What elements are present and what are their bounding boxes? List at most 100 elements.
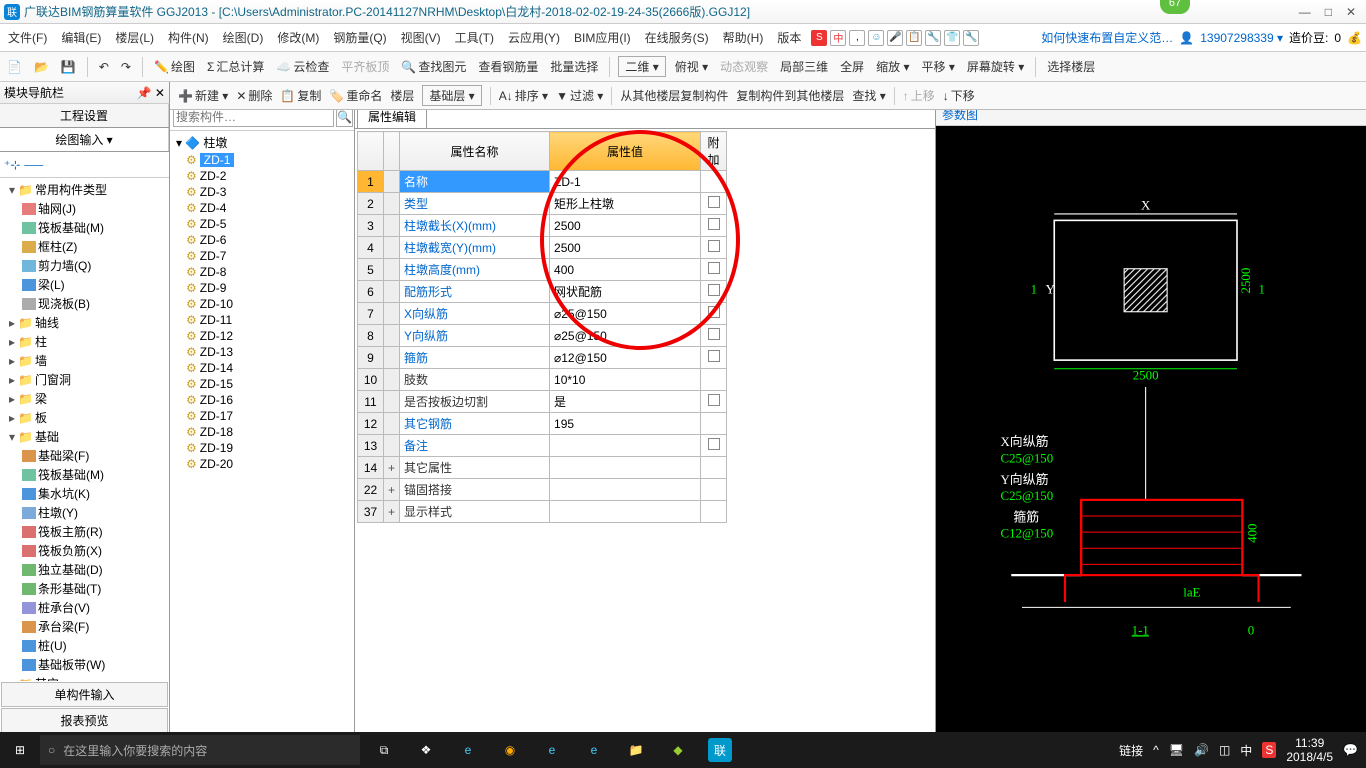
tree-node[interactable]: 条形基础(T) bbox=[0, 579, 169, 598]
tray-up-icon[interactable]: ^ bbox=[1153, 743, 1159, 757]
tab-draw[interactable]: 绘图输入 ▾ bbox=[0, 128, 169, 151]
menu-view[interactable]: 视图(V) bbox=[397, 27, 445, 48]
ime-mic-icon[interactable]: 🎤 bbox=[887, 30, 903, 46]
ie-icon-2[interactable]: e bbox=[582, 738, 606, 762]
component-item[interactable]: ⚙ZD-9 bbox=[176, 280, 348, 296]
component-item[interactable]: ⚙ZD-18 bbox=[176, 424, 348, 440]
property-row[interactable]: 22+锚固搭接 bbox=[358, 479, 727, 501]
property-row[interactable]: 3柱墩截长(X)(mm)2500 bbox=[358, 215, 727, 237]
new-component-button[interactable]: ➕新建 ▾ bbox=[178, 87, 228, 104]
taskbar-search[interactable]: ○ 在这里输入你要搜索的内容 bbox=[40, 735, 360, 765]
ime-punct-icon[interactable]: , bbox=[849, 30, 865, 46]
tree-node[interactable]: 梁(L) bbox=[0, 275, 169, 294]
property-row[interactable]: 4柱墩截宽(Y)(mm)2500 bbox=[358, 237, 727, 259]
menu-rebar[interactable]: 钢筋量(Q) bbox=[329, 27, 390, 48]
pan-button[interactable]: 平移 ▾ bbox=[919, 56, 958, 77]
component-item[interactable]: ⚙ZD-15 bbox=[176, 376, 348, 392]
nav-pin-icon[interactable]: 📌 ✕ bbox=[137, 86, 165, 100]
ime-tool-icon[interactable]: 🔧 bbox=[925, 30, 941, 46]
tree-node[interactable]: ▸📁柱 bbox=[0, 332, 169, 351]
move-down-button[interactable]: ↓下移 bbox=[943, 87, 975, 104]
copy-to-button[interactable]: 复制构件到其他楼层 bbox=[736, 87, 844, 104]
nav-tree[interactable]: ▾📁常用构件类型轴网(J)筏板基础(M)框柱(Z)剪力墙(Q)梁(L)现浇板(B… bbox=[0, 178, 169, 681]
batch-select-button[interactable]: 批量选择 bbox=[547, 56, 601, 77]
tray-app-icon[interactable]: ◫ bbox=[1219, 743, 1230, 757]
menu-tools[interactable]: 工具(T) bbox=[451, 27, 498, 48]
component-item[interactable]: ⚙ZD-14 bbox=[176, 360, 348, 376]
menu-floor[interactable]: 楼层(L) bbox=[111, 27, 158, 48]
component-item[interactable]: ⚙ZD-1 bbox=[176, 152, 348, 168]
component-item[interactable]: ⚙ZD-8 bbox=[176, 264, 348, 280]
view-rebar-button[interactable]: 查看钢筋量 bbox=[475, 56, 541, 77]
tray-sogou-icon[interactable]: S bbox=[1262, 742, 1276, 758]
move-up-button[interactable]: ↑上移 bbox=[903, 87, 935, 104]
ime-cn-icon[interactable]: 中 bbox=[830, 30, 846, 46]
menu-component[interactable]: 构件(N) bbox=[164, 27, 213, 48]
save-button[interactable]: 💾 bbox=[58, 58, 79, 76]
property-row[interactable]: 12其它钢筋195 bbox=[358, 413, 727, 435]
property-row[interactable]: 10肢数10*10 bbox=[358, 369, 727, 391]
tree-node[interactable]: 筏板基础(M) bbox=[0, 218, 169, 237]
maximize-button[interactable]: □ bbox=[1325, 5, 1332, 19]
tray-ime[interactable]: 中 bbox=[1240, 742, 1252, 759]
component-item[interactable]: ⚙ZD-3 bbox=[176, 184, 348, 200]
component-item[interactable]: ⚙ZD-7 bbox=[176, 248, 348, 264]
search-input[interactable] bbox=[173, 107, 334, 127]
app-icon-3[interactable]: ◆ bbox=[666, 738, 690, 762]
component-item[interactable]: ⚙ZD-2 bbox=[176, 168, 348, 184]
menu-help[interactable]: 帮助(H) bbox=[719, 27, 768, 48]
component-item[interactable]: ⚙ZD-11 bbox=[176, 312, 348, 328]
single-input-button[interactable]: 单构件输入 bbox=[1, 682, 168, 707]
ime-s-icon[interactable]: S bbox=[811, 30, 827, 46]
property-row[interactable]: 14+其它属性 bbox=[358, 457, 727, 479]
component-item[interactable]: ⚙ZD-20 bbox=[176, 456, 348, 472]
tree-node[interactable]: ▾📁基础 bbox=[0, 427, 169, 446]
copy-from-button[interactable]: 从其他楼层复制构件 bbox=[620, 87, 728, 104]
fullscreen-button[interactable]: 全屏 bbox=[837, 56, 867, 77]
component-item[interactable]: ⚙ZD-5 bbox=[176, 216, 348, 232]
tree-node[interactable]: 柱墩(Y) bbox=[0, 503, 169, 522]
menu-bim[interactable]: BIM应用(I) bbox=[570, 27, 635, 48]
app-icon-2[interactable]: ◉ bbox=[498, 738, 522, 762]
component-item[interactable]: ⚙ZD-4 bbox=[176, 200, 348, 216]
property-row[interactable]: 6配筋形式网状配筋 bbox=[358, 281, 727, 303]
property-row[interactable]: 37+显示样式 bbox=[358, 501, 727, 523]
dynamic-button[interactable]: 动态观察 bbox=[717, 56, 771, 77]
zoom-button[interactable]: 缩放 ▾ bbox=[873, 56, 912, 77]
cloud-check-button[interactable]: ☁️云检查 bbox=[273, 56, 332, 77]
ime-set-icon[interactable]: 🔧 bbox=[963, 30, 979, 46]
tree-node[interactable]: 承台梁(F) bbox=[0, 617, 169, 636]
redo-button[interactable]: ↷ bbox=[118, 58, 134, 76]
menu-file[interactable]: 文件(F) bbox=[4, 27, 51, 48]
tree-node[interactable]: 集水坑(K) bbox=[0, 484, 169, 503]
sort-button[interactable]: A↓排序 ▾ bbox=[499, 87, 548, 104]
menu-edit[interactable]: 编辑(E) bbox=[57, 27, 105, 48]
menu-modify[interactable]: 修改(M) bbox=[273, 27, 323, 48]
tree-node[interactable]: 轴网(J) bbox=[0, 199, 169, 218]
component-item[interactable]: ⚙ZD-13 bbox=[176, 344, 348, 360]
sum-button[interactable]: Σ 汇总计算 bbox=[204, 56, 267, 77]
menu-cloud[interactable]: 云应用(Y) bbox=[504, 27, 564, 48]
search-button[interactable]: 🔍 bbox=[336, 107, 353, 127]
menu-version[interactable]: 版本 bbox=[773, 27, 805, 48]
tree-node[interactable]: 独立基础(D) bbox=[0, 560, 169, 579]
tree-node[interactable]: ▸📁其它 bbox=[0, 674, 169, 681]
filter-button[interactable]: ▼过滤 ▾ bbox=[556, 87, 603, 104]
delete-button[interactable]: ✕ 删除 bbox=[236, 87, 272, 104]
property-row[interactable]: 13备注 bbox=[358, 435, 727, 457]
property-table[interactable]: 属性名称 属性值 附加 1名称ZD-12类型矩形上柱墩3柱墩截长(X)(mm)2… bbox=[357, 131, 727, 523]
tree-node[interactable]: ▸📁墙 bbox=[0, 351, 169, 370]
close-button[interactable]: ✕ bbox=[1346, 5, 1356, 19]
property-row[interactable]: 7X向纵筋⌀25@150 bbox=[358, 303, 727, 325]
rotate-button[interactable]: 屏幕旋转 ▾ bbox=[964, 56, 1027, 77]
report-preview-button[interactable]: 报表预览 bbox=[1, 708, 168, 733]
tree-node[interactable]: 筏板基础(M) bbox=[0, 465, 169, 484]
ime-face-icon[interactable]: ☺ bbox=[868, 30, 884, 46]
component-group[interactable]: ▾ 🔷 柱墩 bbox=[176, 133, 348, 152]
component-tree[interactable]: ▾ 🔷 柱墩⚙ZD-1⚙ZD-2⚙ZD-3⚙ZD-4⚙ZD-5⚙ZD-6⚙ZD-… bbox=[170, 131, 354, 734]
ime-kbd-icon[interactable]: 📋 bbox=[906, 30, 922, 46]
property-row[interactable]: 9箍筋⌀12@150 bbox=[358, 347, 727, 369]
tray-link[interactable]: 链接 bbox=[1119, 742, 1143, 759]
tree-node[interactable]: 筏板负筋(X) bbox=[0, 541, 169, 560]
tree-node[interactable]: ▸📁轴线 bbox=[0, 313, 169, 332]
